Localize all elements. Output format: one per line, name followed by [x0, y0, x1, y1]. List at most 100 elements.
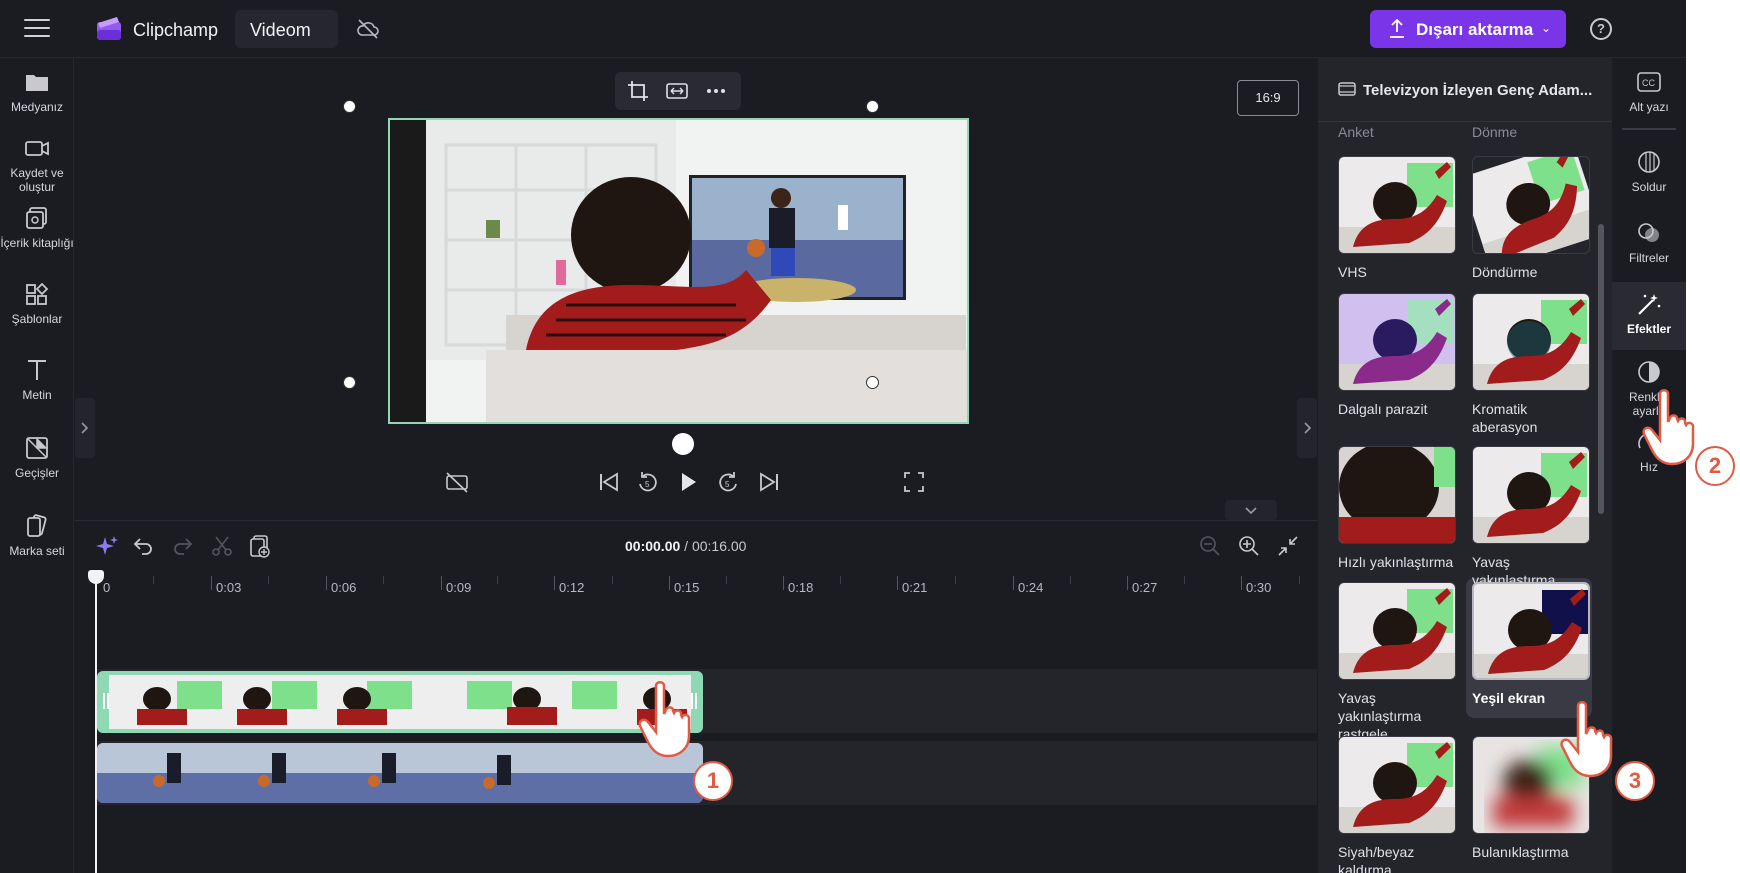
effect-label: Dalgalı parazit [1338, 401, 1428, 417]
magic-sparkle-icon[interactable] [95, 534, 119, 558]
rotate-handle[interactable] [672, 433, 694, 455]
effect-tile[interactable]: Yavaş yakınlaştırma [1472, 446, 1590, 589]
crop-icon[interactable] [627, 80, 649, 102]
effect-tile[interactable]: Döndürme [1472, 156, 1590, 281]
sidebar-item-label: İçerik kitaplığı [0, 236, 74, 250]
sidebar-item-templates[interactable]: Şablonlar [0, 282, 74, 326]
fit-timeline-icon[interactable] [1276, 534, 1300, 558]
skip-back-icon[interactable] [596, 469, 622, 495]
ruler-tick [1184, 576, 1185, 584]
brand-kit-icon [27, 514, 47, 537]
effect-label: Bulanıklaştırma [1472, 844, 1569, 860]
effect-tile[interactable]: Hızlı yakınlaştırma [1338, 446, 1456, 571]
sidebar-item-content-library[interactable]: İçerik kitaplığı [0, 206, 74, 250]
effect-label: VHS [1338, 264, 1367, 280]
redo-icon[interactable] [171, 534, 195, 558]
rail-item-effects[interactable]: Efektler [1612, 282, 1686, 350]
sidebar-item-transitions[interactable]: Geçişler [0, 436, 74, 480]
export-button[interactable]: Dışarı aktarma ⌄ [1370, 10, 1566, 48]
forward-5-icon[interactable]: 5 [715, 469, 741, 495]
effect-tile[interactable]: Yavaş yakınlaştırma rastgele [1338, 582, 1456, 743]
sidebar-item-label: Marka seti [9, 544, 65, 558]
ruler-tick [497, 576, 498, 584]
aspect-ratio-button[interactable]: 16:9 [1237, 80, 1299, 116]
rail-item-fade[interactable]: Soldur [1612, 150, 1686, 194]
rail-item-label: Alt yazı [1629, 100, 1669, 114]
play-icon[interactable] [675, 469, 701, 495]
effect-thumbnail [1472, 582, 1590, 680]
camera-off-icon[interactable] [444, 469, 470, 495]
camera-icon [25, 141, 49, 156]
ruler-tick [383, 576, 384, 584]
rail-item-captions[interactable]: CC Alt yazı [1612, 70, 1686, 114]
duplicate-icon[interactable] [248, 534, 272, 558]
effect-thumbnail [1338, 582, 1456, 680]
effect-tile[interactable]: Siyah/beyaz kaldırma [1338, 736, 1456, 873]
zoom-in-icon[interactable] [1237, 534, 1261, 558]
fullscreen-icon[interactable] [901, 469, 927, 495]
basketball-clip[interactable] [97, 743, 703, 803]
adjust-colors-icon [1638, 361, 1660, 383]
time-separator: / [680, 538, 692, 554]
resize-handle[interactable] [343, 376, 356, 389]
zoom-out-icon[interactable] [1198, 534, 1222, 558]
fit-icon[interactable] [666, 80, 688, 102]
upload-icon [1390, 19, 1404, 38]
help-icon[interactable]: ? [1590, 18, 1612, 40]
panel-header: Televizyon İzleyen Genç Adam... [1318, 58, 1612, 122]
resize-handle[interactable] [866, 100, 879, 113]
right-panel-toggle[interactable] [1297, 398, 1317, 458]
sidebar-item-label: Metin [22, 388, 52, 402]
collapse-timeline-icon[interactable] [1225, 500, 1277, 520]
ruler-label: 0:24 [1018, 580, 1044, 595]
text-icon [28, 360, 46, 380]
step-badge: 3 [1615, 761, 1655, 801]
effect-tile[interactable]: Dalgalı parazit [1338, 293, 1456, 418]
more-options-icon[interactable] [705, 80, 727, 102]
ruler-tick [326, 576, 327, 590]
chevron-right-icon [1304, 422, 1312, 434]
timecode: 00:00.00 / 00:16.00 [625, 538, 746, 554]
rewind-5-icon[interactable]: 5 [635, 469, 661, 495]
divider [1622, 128, 1676, 130]
panel-scrollbar[interactable] [1598, 224, 1604, 514]
export-label: Dışarı aktarma [1416, 20, 1534, 39]
playhead[interactable] [95, 570, 97, 873]
green-screen-clip[interactable] [97, 671, 703, 733]
left-panel-toggle[interactable] [75, 398, 95, 458]
video-preview[interactable] [388, 118, 969, 424]
effect-thumbnail [1472, 293, 1590, 391]
resize-handle[interactable] [866, 376, 879, 389]
ruler-label: 0:03 [216, 580, 242, 595]
effect-label: Döndürme [1472, 264, 1538, 280]
menu-icon[interactable] [24, 18, 50, 38]
ruler-tick [211, 576, 212, 590]
ruler-tick [1070, 576, 1071, 584]
left-sidebar: Medyanız Kaydet ve oluştur İçerik kitapl… [0, 58, 74, 873]
ruler-tick [1127, 576, 1128, 590]
filters-icon [1638, 223, 1659, 242]
resize-handle[interactable] [343, 100, 356, 113]
project-name-field[interactable]: Videom [235, 10, 338, 48]
library-icon [26, 207, 47, 229]
undo-icon[interactable] [131, 534, 155, 558]
sidebar-item-brand-kit[interactable]: Marka seti [0, 514, 74, 558]
timeline-ruler[interactable]: 0 0:03 0:06 0:09 0:12 0:15 0:18 0:21 0:2… [75, 576, 1317, 606]
pointer-hand-icon [1642, 389, 1695, 466]
effect-tile[interactable]: Yeşil ekran [1472, 582, 1590, 707]
sidebar-item-your-media[interactable]: Medyanız [0, 70, 74, 114]
rail-item-filters[interactable]: Filtreler [1612, 221, 1686, 265]
clipchamp-window: Clipchamp Videom Dışarı aktarma ⌄ ? Medy… [0, 0, 1686, 873]
sidebar-item-text[interactable]: Metin [0, 358, 74, 402]
split-icon[interactable] [210, 534, 234, 558]
effect-label: Hızlı yakınlaştırma [1338, 554, 1454, 570]
sidebar-item-record-create[interactable]: Kaydet ve oluştur [0, 136, 74, 194]
cloud-off-icon[interactable] [356, 18, 380, 40]
film-icon [1338, 82, 1356, 96]
effects-icon [1638, 294, 1661, 315]
ruler-label: 0 [103, 580, 111, 595]
effect-tile[interactable]: Kromatik aberasyon [1472, 293, 1590, 436]
skip-forward-icon[interactable] [756, 469, 782, 495]
ruler-label: 0:09 [446, 580, 472, 595]
effect-tile[interactable]: VHS [1338, 156, 1456, 281]
